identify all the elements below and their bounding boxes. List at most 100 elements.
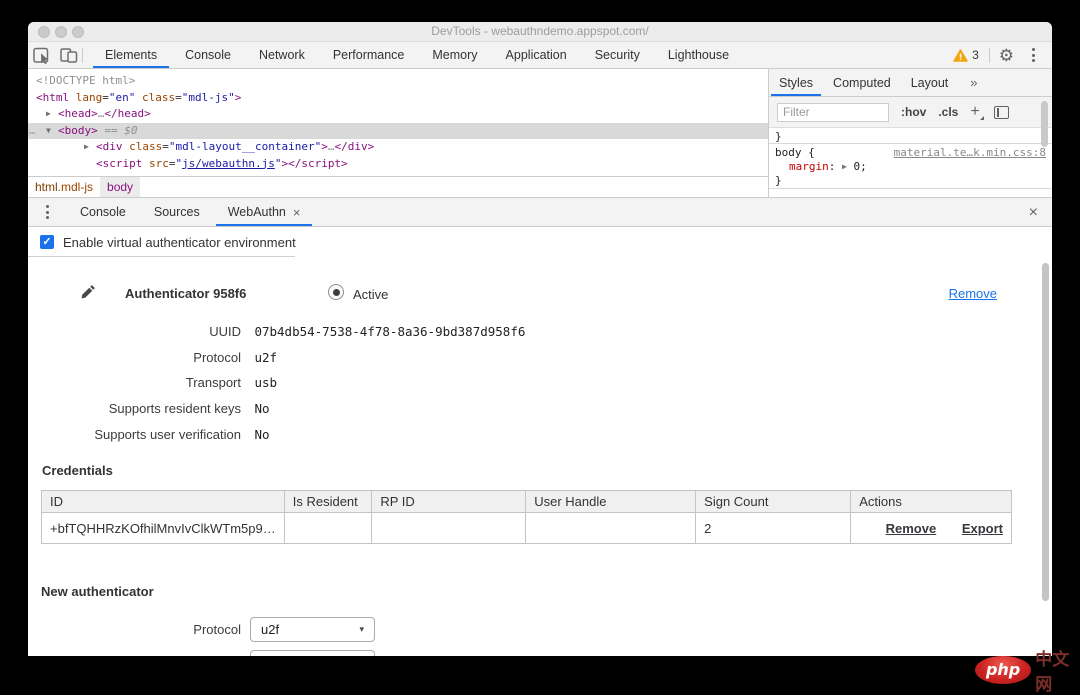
minimize-window-button[interactable] [55,26,67,38]
zoom-window-button[interactable] [72,26,84,38]
titlebar: DevTools - webauthndemo.appspot.com/ [28,22,1052,42]
tab-security[interactable]: Security [581,42,654,68]
dom-tree-node[interactable]: <script src="js/webauthn.js"></script> [28,156,768,173]
export-credential-link[interactable]: Export [962,521,1003,536]
expand-property-icon[interactable]: ▶ [842,162,847,171]
more-options-menu-icon[interactable] [1023,48,1044,62]
overflow-tabs-icon[interactable]: » [960,69,987,96]
field-protocol: Protocol u2f [193,350,278,365]
tab-elements[interactable]: Elements [91,42,171,68]
styles-filter-bar: :hov .cls + [769,97,1052,128]
breadcrumb-html[interactable]: html .mdl-js [28,177,100,197]
css-property-value[interactable]: 0; [853,160,866,173]
warning-triangle-icon [953,48,968,62]
expand-arrow-icon[interactable]: ▶ [84,139,96,156]
tab-application[interactable]: Application [492,42,581,68]
device-toolbar-icon[interactable] [55,42,82,68]
webauthn-content: Authenticator 958f6 Active Remove UUID 0… [28,257,1052,656]
expand-arrow-icon[interactable]: ▶ [46,106,58,123]
new-style-rule-button[interactable]: + [970,104,985,120]
transport-select-partial[interactable] [250,650,375,656]
dom-token-link: js/webauthn.js [182,156,275,170]
close-drawer-icon[interactable]: × [1025,198,1042,227]
settings-gear-icon[interactable]: ⚙ [990,47,1023,64]
drawer-tab-console[interactable]: Console [66,198,140,226]
tab-console[interactable]: Console [171,42,245,68]
tab-network[interactable]: Network [245,42,319,68]
drawer-tab-webauthn[interactable]: WebAuthn × [214,198,315,226]
colon: : [828,160,842,173]
dom-token-tag: <div [96,140,123,153]
dom-tree-node[interactable]: ▶ <div class="mdl-layout__container">…</d… [28,139,768,156]
field-transport: Transport usb [185,375,278,390]
drawer-tab-sources[interactable]: Sources [140,198,214,226]
dom-tree-node[interactable]: ▶ <head>…</head> [28,106,768,123]
css-selector[interactable]: body [775,146,802,159]
tab-computed[interactable]: Computed [823,69,901,96]
elements-panel: <!DOCTYPE html> <html lang="en" class="md… [28,69,768,197]
overflow-dots-icon: … [29,123,36,137]
drawer-menu-icon[interactable] [28,198,66,226]
watermark-site-text: 中文网 [1035,650,1070,694]
enable-virtual-authenticator-checkbox[interactable]: ✓ [40,235,54,249]
active-radio[interactable] [328,284,344,300]
tab-performance[interactable]: Performance [319,42,419,68]
close-window-button[interactable] [38,26,50,38]
credential-row: +bfTQHHRzKOfhilMnvIvClkWTm5p9… 2 Remove … [41,512,1012,544]
remove-credential-link[interactable]: Remove [886,521,937,536]
css-property-name[interactable]: margin [789,160,829,173]
dom-token-tag: <head> [58,107,98,120]
credentials-header-row: ID Is Resident RP ID User Handle Sign Co… [41,490,1012,513]
dom-token-tag: <body> [58,123,98,137]
issues-warning-badge[interactable]: 3 [943,48,989,62]
breadcrumb: html .mdl-js body [28,176,768,197]
remove-authenticator-link[interactable]: Remove [949,286,997,301]
collapse-arrow-icon[interactable]: ▼ [46,123,58,140]
select-arrow-icon: ▾ [359,624,364,634]
edit-pencil-icon[interactable] [80,284,96,305]
field-user-verification: Supports user verification No [94,427,270,442]
protocol-select[interactable]: u2f ▾ [250,617,375,642]
credentials-table: ID Is Resident RP ID User Handle Sign Co… [41,490,1012,544]
dom-token-tag: <script [96,156,143,170]
css-source-link[interactable]: material.te…k.min.css:8 [894,146,1046,160]
dom-token-tag: </head> [104,107,151,120]
tab-lighthouse[interactable]: Lighthouse [654,42,743,68]
breadcrumb-body[interactable]: body [100,177,141,197]
dom-token-val: "mdl-js" [181,90,235,104]
tab-layout[interactable]: Layout [901,69,959,96]
dom-token-plain: = [175,90,182,104]
toggle-hover-state-button[interactable]: :hov [901,105,926,119]
active-label[interactable]: Active [353,287,388,302]
tab-memory[interactable]: Memory [418,42,491,68]
authenticator-name: Authenticator 958f6 [125,286,247,301]
drawer-tabs: Console Sources WebAuthn × × [28,198,1052,227]
dom-token-attr: class [135,90,176,104]
dom-token-attr: lang [69,90,103,104]
inspect-element-icon[interactable] [28,42,55,68]
styles-filter-input[interactable] [777,102,889,122]
field-resident-keys: Supports resident keys No [108,401,270,416]
sidebar-layout-icon[interactable] [993,105,1009,119]
drawer-scrollbar[interactable] [1042,263,1049,601]
webauthn-toolbar: ✓ Enable virtual authenticator environme… [28,227,1052,257]
dom-token-tag: > [321,140,328,153]
dom-tree-node[interactable]: <html lang="en" class="mdl-js"> [28,90,768,107]
column-id: ID [41,490,285,513]
dom-tree-node[interactable]: … ▼ <body> == $0 [28,122,768,140]
dom-token-plain: = [162,140,169,153]
dom-tree-node[interactable]: <!DOCTYPE html> [28,73,768,90]
close-webauthn-tab-icon[interactable]: × [293,205,301,220]
credential-user-handle [525,512,697,544]
dom-token-tag: <html [36,90,70,104]
protocol-selected-value: u2f [261,622,280,637]
column-is-resident: Is Resident [283,490,373,513]
column-sign-count: Sign Count [695,490,852,513]
toggle-class-button[interactable]: .cls [938,105,958,119]
protocol-label: Protocol [193,622,241,637]
styles-scrollbar[interactable] [1041,101,1048,147]
dom-token-tag: > [234,90,242,104]
dom-token-val: "en" [108,90,136,104]
tab-styles[interactable]: Styles [769,69,823,96]
dom-token-meta: == $0 [97,123,138,137]
